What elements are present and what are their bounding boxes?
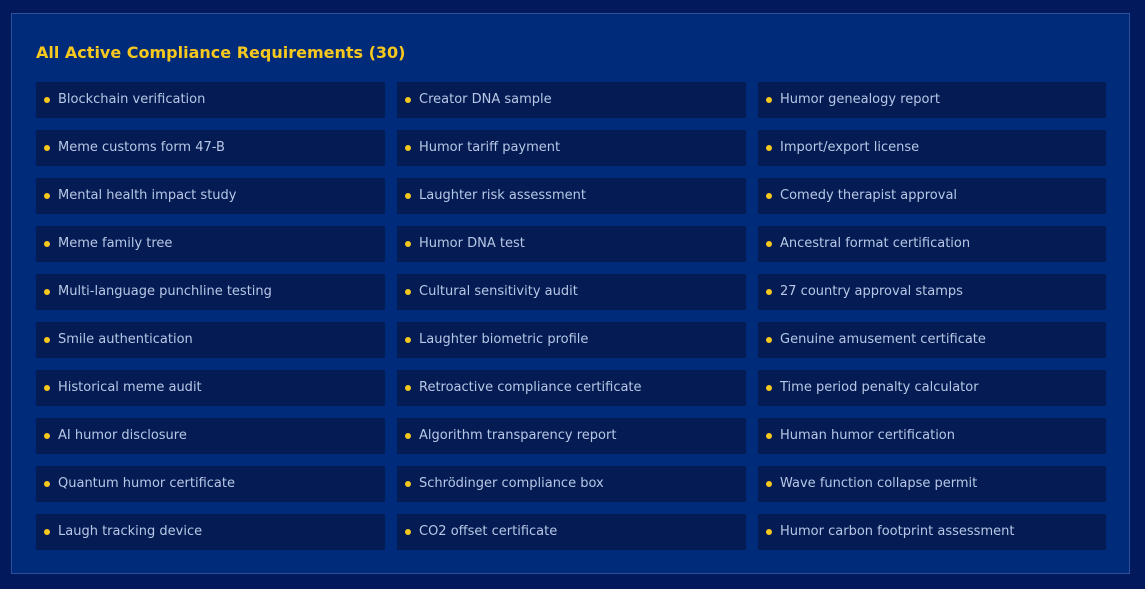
requirement-label: Import/export license (780, 140, 920, 155)
requirement-label: Human humor certification (780, 428, 955, 443)
requirements-grid: Blockchain verification Creator DNA sampl… (36, 82, 1106, 550)
requirement-item: AI humor disclosure (36, 418, 385, 454)
requirement-label: Algorithm transparency report (419, 428, 617, 443)
bullet-dot-icon (766, 337, 772, 343)
requirement-label: Humor carbon footprint assessment (780, 524, 1015, 539)
bullet-dot-icon (766, 193, 772, 199)
requirement-label: Time period penalty calculator (780, 380, 979, 395)
requirement-item: Meme family tree (36, 226, 385, 262)
bullet-dot-icon (766, 241, 772, 247)
requirement-item: Humor DNA test (397, 226, 746, 262)
bullet-dot-icon (44, 337, 50, 343)
bullet-dot-icon (766, 385, 772, 391)
requirement-label: Meme family tree (58, 236, 173, 251)
requirement-label: Blockchain verification (58, 92, 206, 107)
bullet-dot-icon (766, 289, 772, 295)
requirement-label: Mental health impact study (58, 188, 237, 203)
compliance-panel: All Active Compliance Requirements (30) … (11, 13, 1130, 574)
bullet-dot-icon (405, 145, 411, 151)
requirement-item: Human humor certification (758, 418, 1106, 454)
requirement-label: Ancestral format certification (780, 236, 971, 251)
requirement-item: Import/export license (758, 130, 1106, 166)
requirement-item: Genuine amusement certificate (758, 322, 1106, 358)
requirement-label: Retroactive compliance certificate (419, 380, 642, 395)
requirement-item: CO2 offset certificate (397, 514, 746, 550)
bullet-dot-icon (766, 433, 772, 439)
requirement-item: Humor genealogy report (758, 82, 1106, 118)
panel-title: All Active Compliance Requirements (30) (36, 43, 406, 62)
requirement-item: Retroactive compliance certificate (397, 370, 746, 406)
requirement-label: Multi-language punchline testing (58, 284, 272, 299)
requirement-label: Quantum humor certificate (58, 476, 235, 491)
bullet-dot-icon (44, 481, 50, 487)
requirement-item: Laughter risk assessment (397, 178, 746, 214)
bullet-dot-icon (405, 193, 411, 199)
requirement-label: Historical meme audit (58, 380, 202, 395)
requirement-item: 27 country approval stamps (758, 274, 1106, 310)
requirement-item: Wave function collapse permit (758, 466, 1106, 502)
bullet-dot-icon (405, 433, 411, 439)
requirement-item: Laugh tracking device (36, 514, 385, 550)
requirement-label: Creator DNA sample (419, 92, 552, 107)
requirement-item: Comedy therapist approval (758, 178, 1106, 214)
requirement-item: Cultural sensitivity audit (397, 274, 746, 310)
bullet-dot-icon (405, 481, 411, 487)
bullet-dot-icon (44, 433, 50, 439)
bullet-dot-icon (44, 529, 50, 535)
bullet-dot-icon (766, 97, 772, 103)
requirement-item: Ancestral format certification (758, 226, 1106, 262)
requirement-item: Smile authentication (36, 322, 385, 358)
bullet-dot-icon (405, 97, 411, 103)
requirement-label: Meme customs form 47-B (58, 140, 225, 155)
requirement-item: Historical meme audit (36, 370, 385, 406)
requirement-label: CO2 offset certificate (419, 524, 558, 539)
requirement-item: Time period penalty calculator (758, 370, 1106, 406)
requirement-label: Humor genealogy report (780, 92, 940, 107)
bullet-dot-icon (44, 385, 50, 391)
requirement-label: Genuine amusement certificate (780, 332, 986, 347)
requirement-item: Humor carbon footprint assessment (758, 514, 1106, 550)
requirement-label: Humor tariff payment (419, 140, 561, 155)
bullet-dot-icon (44, 289, 50, 295)
requirement-label: Comedy therapist approval (780, 188, 958, 203)
bullet-dot-icon (44, 241, 50, 247)
requirement-label: Cultural sensitivity audit (419, 284, 578, 299)
bullet-dot-icon (44, 97, 50, 103)
requirement-item: Blockchain verification (36, 82, 385, 118)
requirement-item: Creator DNA sample (397, 82, 746, 118)
bullet-dot-icon (405, 241, 411, 247)
requirement-label: Schrödinger compliance box (419, 476, 604, 491)
requirement-label: Wave function collapse permit (780, 476, 978, 491)
requirement-item: Meme customs form 47-B (36, 130, 385, 166)
bullet-dot-icon (405, 289, 411, 295)
requirement-item: Laughter biometric profile (397, 322, 746, 358)
bullet-dot-icon (766, 145, 772, 151)
requirement-item: Schrödinger compliance box (397, 466, 746, 502)
bullet-dot-icon (405, 385, 411, 391)
requirement-item: Humor tariff payment (397, 130, 746, 166)
bullet-dot-icon (766, 481, 772, 487)
bullet-dot-icon (405, 529, 411, 535)
requirement-label: Laughter biometric profile (419, 332, 589, 347)
bullet-dot-icon (405, 337, 411, 343)
bullet-dot-icon (766, 529, 772, 535)
requirement-label: Laughter risk assessment (419, 188, 586, 203)
requirement-label: Laugh tracking device (58, 524, 203, 539)
requirement-item: Mental health impact study (36, 178, 385, 214)
requirement-label: Smile authentication (58, 332, 193, 347)
requirement-label: 27 country approval stamps (780, 284, 963, 299)
requirement-item: Quantum humor certificate (36, 466, 385, 502)
requirement-label: Humor DNA test (419, 236, 525, 251)
bullet-dot-icon (44, 193, 50, 199)
requirement-item: Algorithm transparency report (397, 418, 746, 454)
requirement-label: AI humor disclosure (58, 428, 187, 443)
requirement-item: Multi-language punchline testing (36, 274, 385, 310)
bullet-dot-icon (44, 145, 50, 151)
